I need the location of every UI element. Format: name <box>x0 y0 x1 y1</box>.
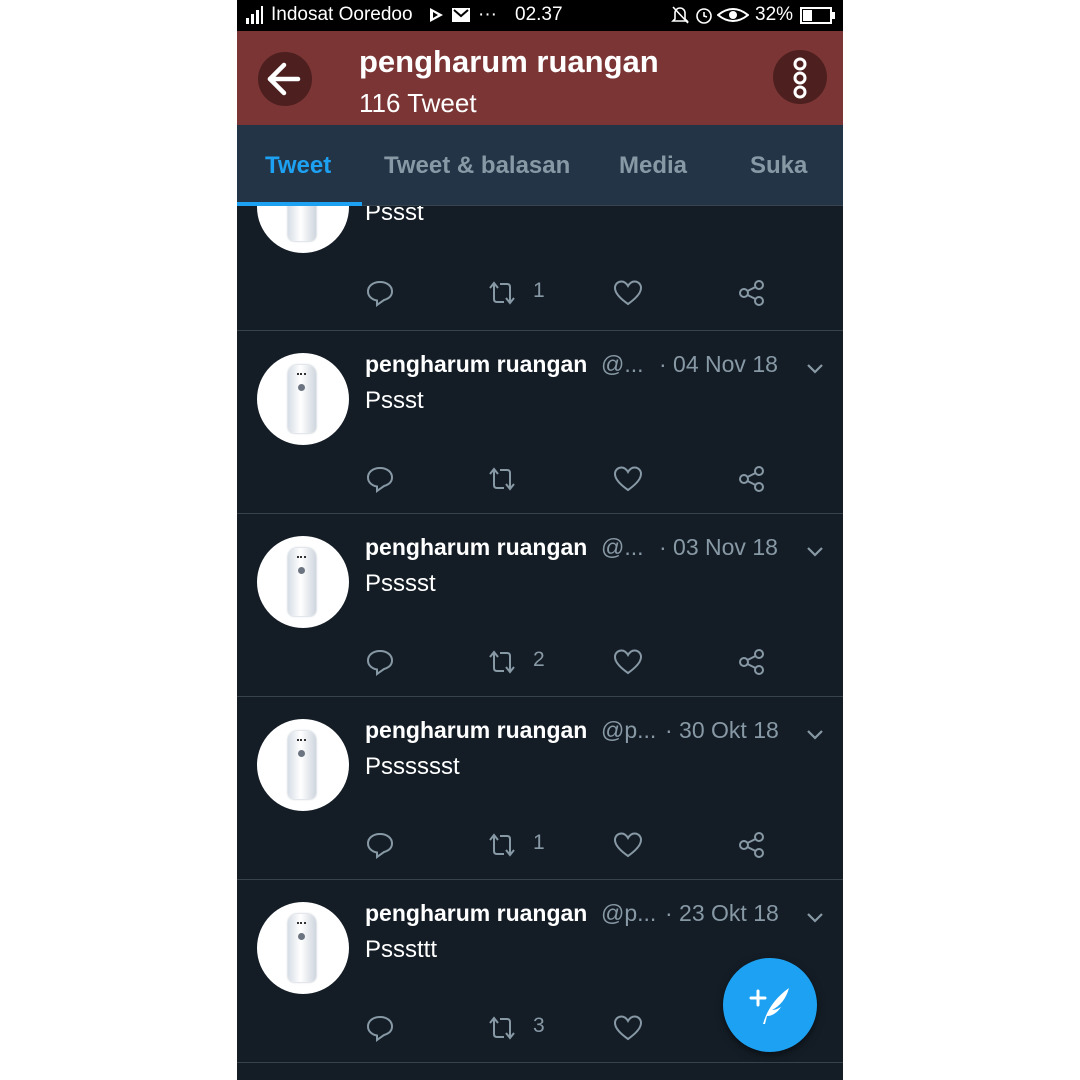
signal-icon <box>246 6 264 24</box>
tweet-item[interactable]: pengharum ruangan @... · 04 Nov 18 Pssst <box>237 331 843 514</box>
heart-icon[interactable] <box>613 279 643 307</box>
share-icon[interactable] <box>737 279 767 307</box>
heart-icon[interactable] <box>613 831 643 859</box>
share-icon[interactable] <box>737 648 767 676</box>
tweet-author-handle: @... <box>601 534 644 560</box>
back-button[interactable] <box>258 52 312 106</box>
page-title: pengharum ruangan <box>359 44 659 79</box>
heart-icon[interactable] <box>613 465 643 493</box>
avatar[interactable] <box>257 536 349 628</box>
reply-icon[interactable] <box>365 279 395 307</box>
tweet-date: · 03 Nov 18 <box>659 534 778 560</box>
compose-tweet-icon <box>749 988 789 1024</box>
heart-icon[interactable] <box>613 648 643 676</box>
tweet-item[interactable]: Pssst 1 <box>237 206 843 331</box>
heart-icon[interactable] <box>613 1014 643 1042</box>
avatar[interactable] <box>257 206 349 253</box>
tweet-author-name[interactable]: pengharum ruangan <box>365 900 587 927</box>
more-options-button[interactable] <box>773 50 827 104</box>
alarm-icon <box>696 8 712 24</box>
gmail-icon <box>452 8 470 22</box>
retweet-icon[interactable] <box>487 279 517 307</box>
tweet-text: Psssttt <box>365 936 438 963</box>
compose-tweet-button[interactable] <box>723 958 817 1052</box>
battery-percent: 32% <box>755 4 794 25</box>
retweet-count: 1 <box>533 831 545 854</box>
carrier-name: Indosat Ooredoo <box>271 4 413 25</box>
tweet-author-handle: @p... <box>601 900 657 926</box>
tweet-author-name[interactable]: pengharum ruangan <box>365 717 587 744</box>
play-store-icon <box>430 8 443 22</box>
phone-screen: Indosat Ooredoo ··· 02.37 32% pengharum … <box>237 0 843 1080</box>
reply-icon[interactable] <box>365 831 395 859</box>
tweet-item[interactable]: pengharum ruangan @... · 03 Nov 18 Pssss… <box>237 514 843 697</box>
profile-header: pengharum ruangan 116 Tweet <box>237 31 843 125</box>
tweet-text: Pssst <box>365 206 424 226</box>
retweet-count: 2 <box>533 648 545 671</box>
retweet-icon[interactable] <box>487 831 517 859</box>
tweet-count: 116 Tweet <box>359 88 477 118</box>
arrow-left-icon <box>267 62 301 96</box>
profile-tabs: Tweet Tweet & balasan Media Suka <box>237 125 843 206</box>
reply-icon[interactable] <box>365 1014 395 1042</box>
retweet-icon[interactable] <box>487 1014 517 1042</box>
retweet-icon[interactable] <box>487 465 517 493</box>
share-icon[interactable] <box>737 465 767 493</box>
tab-media[interactable]: Media <box>619 152 687 180</box>
chevron-down-icon[interactable] <box>805 544 825 558</box>
avatar[interactable] <box>257 353 349 445</box>
tweet-author-handle: @p... <box>601 717 657 743</box>
chevron-down-icon[interactable] <box>805 910 825 924</box>
tweet-item[interactable]: pengharum ruangan @p... · 30 Okt 18 Psss… <box>237 697 843 880</box>
tweet-text: Psssst <box>365 570 436 597</box>
chevron-down-icon[interactable] <box>805 727 825 741</box>
clock: 02.37 <box>515 4 563 25</box>
tab-likes[interactable]: Suka <box>750 152 807 180</box>
tweet-text: Psssssst <box>365 753 460 780</box>
tweet-author-name[interactable]: pengharum ruangan <box>365 351 587 378</box>
avatar[interactable] <box>257 719 349 811</box>
battery-icon <box>800 7 835 24</box>
tab-tweet-and-replies[interactable]: Tweet & balasan <box>384 152 570 180</box>
tweet-text: Pssst <box>365 387 424 414</box>
eye-comfort-icon <box>717 8 749 22</box>
tweet-timeline: Pssst 1 pengharum ruangan @... · 04 Nov … <box>237 206 843 1080</box>
tweet-author-name[interactable]: pengharum ruangan <box>365 534 587 561</box>
tweet-date: · 23 Okt 18 <box>665 900 779 926</box>
retweet-icon[interactable] <box>487 648 517 676</box>
chevron-down-icon[interactable] <box>805 361 825 375</box>
retweet-count: 1 <box>533 279 545 302</box>
tweet-date: · 04 Nov 18 <box>659 351 778 377</box>
tweet-author-handle: @... <box>601 351 644 377</box>
avatar[interactable] <box>257 902 349 994</box>
mute-bell-icon <box>671 6 689 24</box>
share-icon[interactable] <box>737 831 767 859</box>
status-bar: Indosat Ooredoo ··· 02.37 32% <box>237 0 843 31</box>
tab-tweet[interactable]: Tweet <box>265 152 331 180</box>
reply-icon[interactable] <box>365 465 395 493</box>
more-vertical-icon <box>793 57 807 99</box>
reply-icon[interactable] <box>365 648 395 676</box>
retweet-count: 3 <box>533 1014 545 1037</box>
more-notifications-indicator: ··· <box>478 4 497 25</box>
tweet-date: · 30 Okt 18 <box>665 717 779 743</box>
